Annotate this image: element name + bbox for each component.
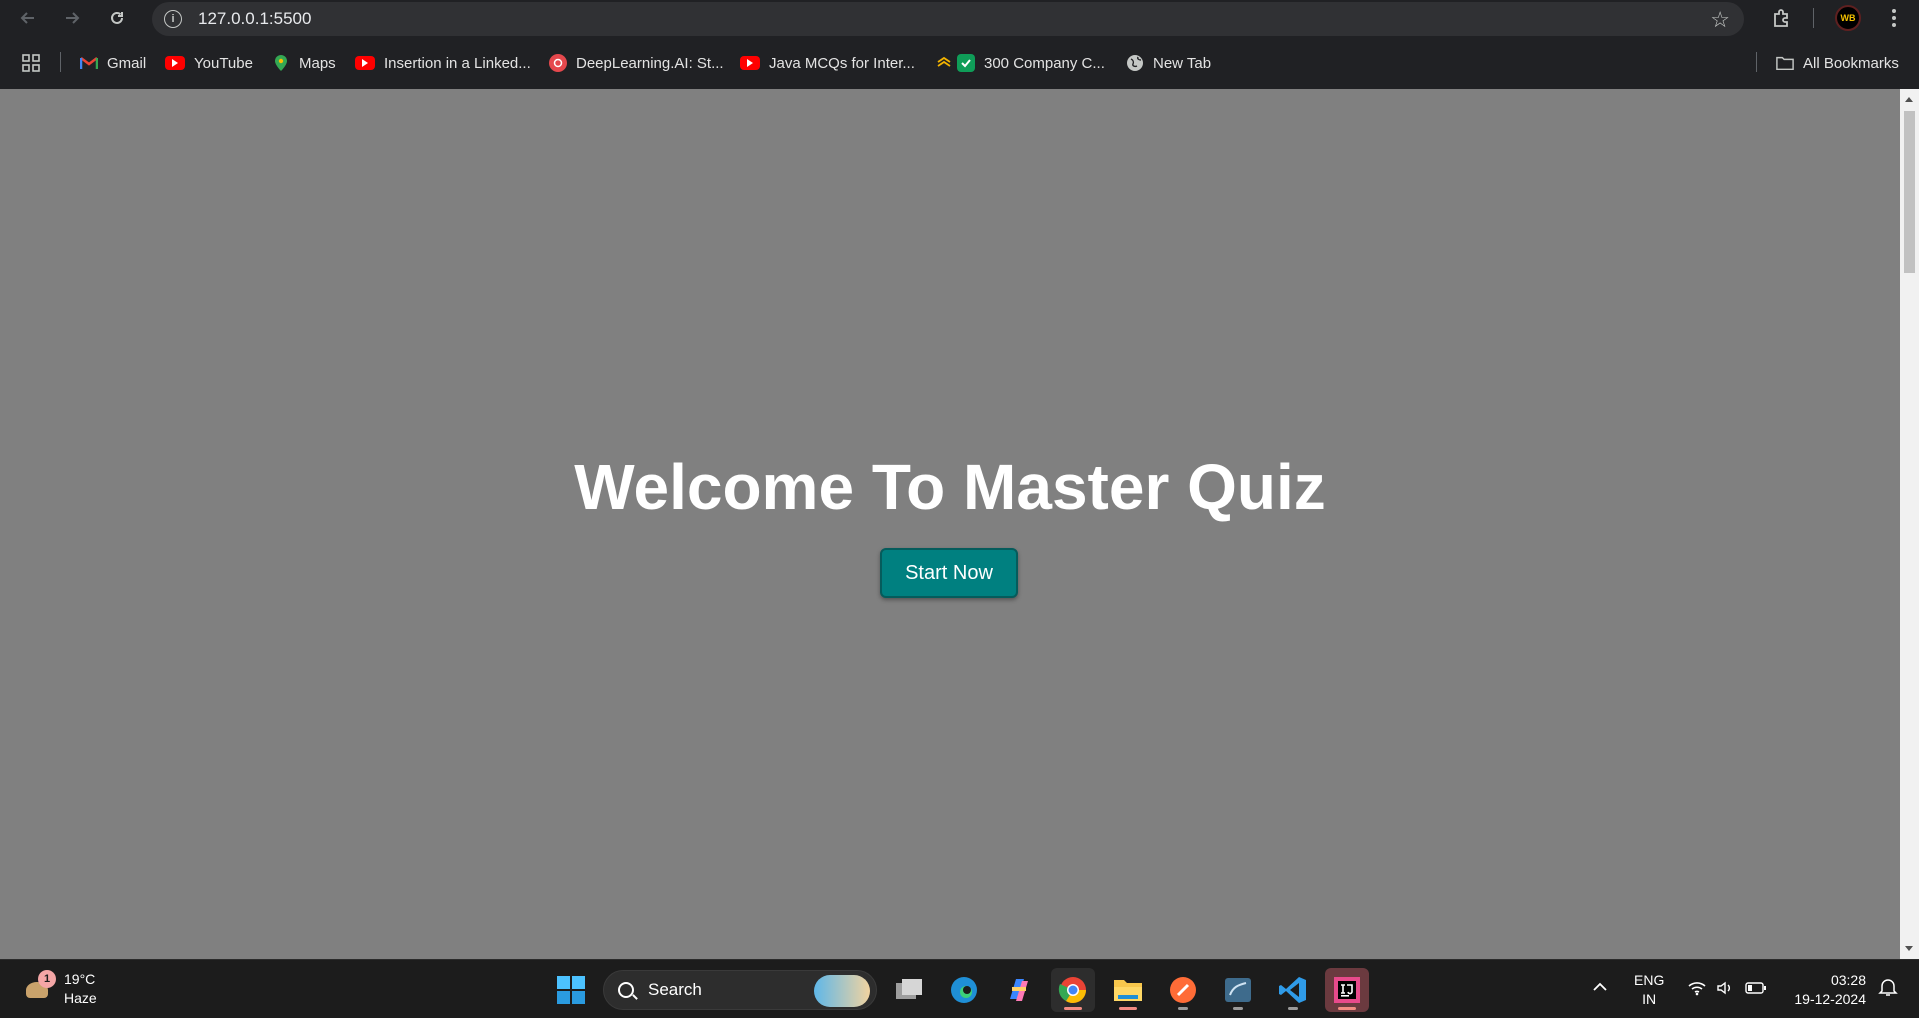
taskbar-chrome[interactable]	[1051, 968, 1095, 1012]
scroll-up-arrow-icon[interactable]	[1905, 97, 1913, 102]
start-button[interactable]	[549, 968, 593, 1012]
windows-logo-icon	[557, 976, 585, 1004]
bookmarks-bar: Gmail YouTube Maps Insertion in a Linked…	[0, 36, 1919, 89]
apps-grid-icon	[22, 54, 40, 72]
site-info-icon[interactable]: i	[164, 10, 182, 28]
scrollbar-thumb[interactable]	[1904, 111, 1915, 273]
checkbox-icon	[957, 54, 975, 72]
bookmark-insertion-linked[interactable]: Insertion in a Linked...	[355, 53, 531, 73]
bookmark-maps[interactable]: Maps	[272, 53, 336, 73]
youtube-icon	[165, 56, 185, 70]
folder-icon	[1776, 54, 1794, 72]
weather-temperature: 19°C	[64, 971, 96, 987]
bookmark-deeplearning[interactable]: DeepLearning.AI: St...	[549, 53, 724, 73]
weather-haze-icon: 1	[22, 970, 56, 1004]
bookmarks-divider-right	[1756, 52, 1757, 72]
arrow-right-icon	[66, 12, 80, 24]
bookmark-new-tab[interactable]: New Tab	[1126, 53, 1211, 73]
profile-avatar[interactable]: WB	[1835, 5, 1861, 31]
arrow-left-icon	[20, 12, 34, 24]
edge-icon	[951, 977, 977, 1003]
weather-description: Haze	[64, 990, 97, 1006]
bookmark-300-company[interactable]: 300 Company C...	[935, 53, 1105, 73]
postman-icon	[1170, 977, 1196, 1003]
stack-icon	[935, 54, 953, 72]
forward-button[interactable]	[58, 4, 86, 32]
extensions-button[interactable]	[1767, 4, 1797, 32]
puzzle-icon	[1774, 9, 1788, 27]
taskbar-intellij[interactable]	[1325, 968, 1369, 1012]
taskbar-copilot[interactable]	[997, 968, 1041, 1012]
youtube-icon	[740, 56, 760, 70]
taskbar-file-explorer[interactable]	[1106, 968, 1150, 1012]
reload-button[interactable]	[103, 4, 131, 32]
clock[interactable]: 03:28 19-12-2024	[1786, 971, 1866, 1009]
language-indicator[interactable]: ENG IN	[1634, 971, 1664, 1009]
task-view-icon	[896, 979, 922, 999]
address-bar[interactable]: i 127.0.0.1:5500 ☆	[152, 2, 1744, 36]
back-button[interactable]	[14, 4, 42, 32]
bookmark-youtube[interactable]: YouTube	[165, 53, 253, 73]
toolbar-divider	[1813, 8, 1814, 28]
taskbar-mysql-workbench[interactable]	[1216, 968, 1260, 1012]
taskbar-postman[interactable]	[1161, 968, 1205, 1012]
folder-explorer-icon	[1114, 980, 1142, 1001]
notification-badge: 1	[38, 970, 56, 988]
youtube-icon	[355, 56, 375, 70]
wifi-icon[interactable]	[1687, 980, 1707, 1001]
taskbar-edge[interactable]	[942, 968, 986, 1012]
menu-button[interactable]	[1879, 4, 1909, 32]
taskbar: 1 19°C Haze Search ENG IN 03:28 19-12-20…	[0, 959, 1919, 1018]
browser-toolbar: i 127.0.0.1:5500 ☆ WB	[0, 0, 1919, 36]
page-title: Welcome To Master Quiz	[574, 451, 1326, 523]
apps-button[interactable]	[22, 53, 40, 73]
mysql-workbench-icon	[1225, 978, 1251, 1002]
vscode-icon	[1279, 977, 1306, 1003]
chrome-icon	[1058, 977, 1087, 1004]
bookmark-java-mcqs[interactable]: Java MCQs for Inter...	[740, 53, 915, 73]
weather-widget[interactable]: 1 19°C Haze	[22, 970, 97, 1008]
copilot-icon	[1010, 979, 1028, 1001]
search-icon	[618, 982, 634, 998]
globe-icon	[1126, 54, 1144, 72]
start-now-button[interactable]: Start Now	[880, 548, 1018, 598]
clock-date: 19-12-2024	[1794, 991, 1866, 1007]
show-hidden-icons-button[interactable]	[1592, 978, 1608, 997]
chevron-up-icon	[1593, 982, 1607, 991]
bookmarks-divider	[60, 52, 61, 72]
taskbar-vscode[interactable]	[1271, 968, 1315, 1012]
battery-icon[interactable]	[1745, 981, 1767, 1000]
clock-time: 03:28	[1830, 972, 1866, 988]
taskbar-search[interactable]: Search	[603, 970, 877, 1010]
search-highlight-image	[814, 975, 870, 1007]
maps-icon	[272, 54, 290, 72]
task-view-button[interactable]	[887, 968, 931, 1012]
notification-bell-icon	[1878, 979, 1898, 996]
url-text[interactable]: 127.0.0.1:5500	[198, 9, 311, 29]
intellij-icon	[1334, 977, 1360, 1003]
bookmark-star-icon[interactable]: ☆	[1710, 7, 1730, 33]
bookmark-gmail[interactable]: Gmail	[80, 53, 146, 73]
volume-icon[interactable]	[1716, 980, 1734, 1001]
gmail-icon	[80, 54, 98, 72]
page-viewport: Welcome To Master Quiz Start Now	[0, 89, 1900, 959]
reload-icon	[111, 11, 123, 24]
scroll-down-arrow-icon[interactable]	[1905, 946, 1913, 951]
deeplearning-icon	[549, 54, 567, 72]
notifications-button[interactable]	[1878, 977, 1898, 1002]
all-bookmarks-button[interactable]: All Bookmarks	[1776, 53, 1899, 73]
kebab-menu-icon	[1892, 9, 1896, 27]
page-scrollbar[interactable]	[1900, 89, 1919, 959]
